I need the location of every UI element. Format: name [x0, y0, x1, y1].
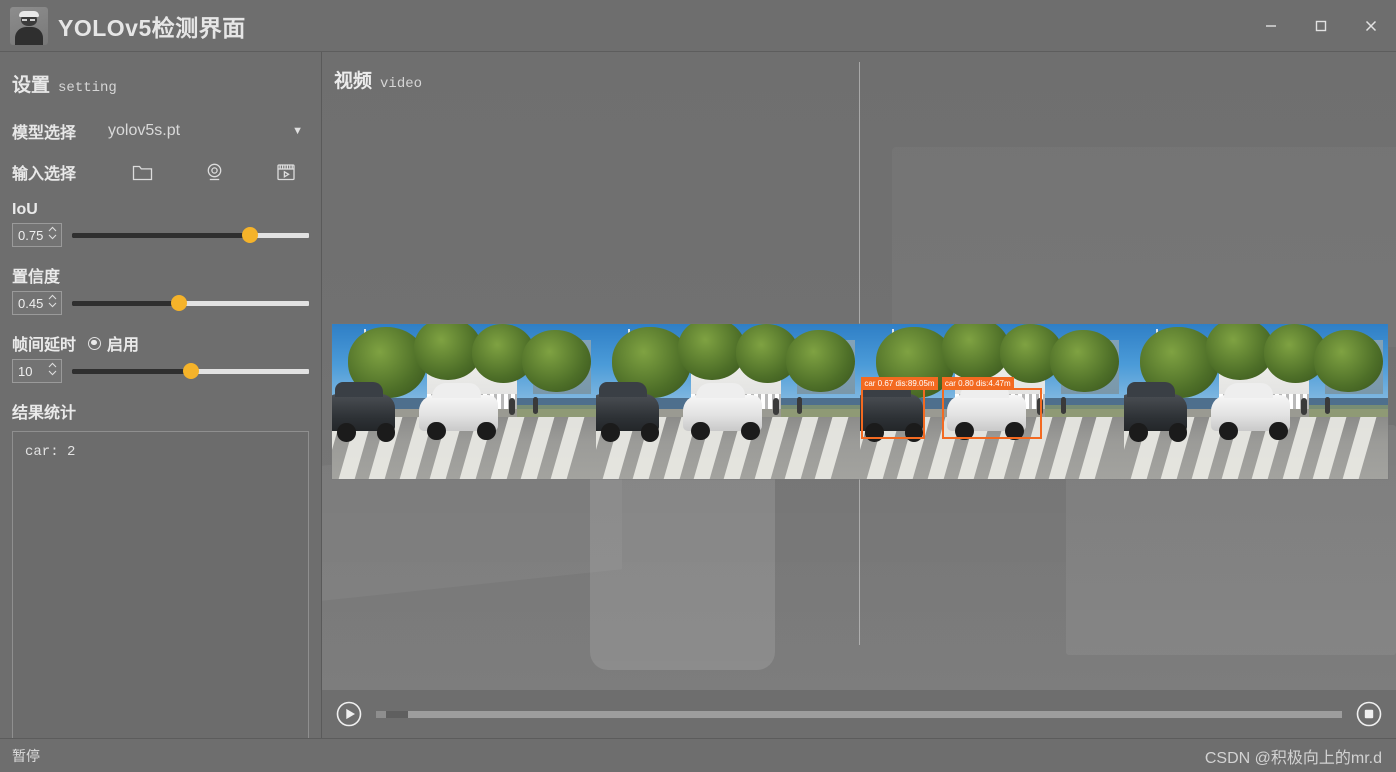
video-heading-en: video [380, 76, 423, 92]
video-heading: 视频 video [334, 66, 422, 93]
frame-delay-label: 帧间延时 [12, 337, 77, 354]
frame-delay-control-row: 10 [12, 359, 309, 383]
open-camera-button[interactable] [178, 159, 250, 185]
iou-slider[interactable] [72, 226, 309, 244]
person-avatar-icon [10, 6, 48, 45]
settings-heading-cn: 设置 [12, 75, 51, 96]
chevron-down-icon[interactable]: ▼ [292, 125, 303, 137]
frame-delay-slider[interactable] [72, 362, 309, 380]
title-bar: YOLOv5检测界面 [0, 0, 1396, 52]
confidence-control-row: 0.45 [12, 291, 309, 315]
settings-heading: 设置 setting [12, 52, 309, 103]
video-frame [596, 324, 860, 479]
model-select-row[interactable]: 模型选择 yolov5s.pt ▼ [12, 119, 309, 143]
frame-delay-stepper-arrows[interactable] [48, 362, 57, 376]
model-select-label: 模型选择 [12, 125, 77, 142]
input-select-row: 输入选择 [12, 159, 309, 185]
detection-label: car 0.67 dis:89.05m [861, 376, 938, 390]
input-select-label: 输入选择 [12, 166, 77, 183]
iou-control-row: 0.75 [12, 223, 309, 247]
confidence-slider[interactable] [72, 294, 309, 312]
frame-delay-header: 帧间延时 启用 [12, 331, 309, 355]
open-file-button[interactable] [106, 159, 178, 185]
stop-circle-icon[interactable] [1356, 701, 1382, 727]
maximize-button[interactable] [1296, 0, 1346, 52]
settings-sidebar: 设置 setting 模型选择 yolov5s.pt ▼ 输入选择 IoU 0.… [0, 52, 322, 739]
iou-spinbox[interactable]: 0.75 [12, 223, 62, 247]
results-textarea[interactable]: car: 2 [12, 431, 309, 739]
iou-value: 0.75 [18, 227, 44, 243]
video-frame [1124, 324, 1388, 479]
detection-box: car 0.67 dis:89.05m [861, 376, 938, 439]
confidence-value: 0.45 [18, 295, 44, 311]
video-progress-slider[interactable] [376, 710, 1342, 718]
frame-delay-enable-radio[interactable]: 启用 [88, 331, 139, 355]
close-button[interactable] [1346, 0, 1396, 52]
detection-label: car 0.80 dis:4.47m [941, 376, 1014, 390]
iou-label: IoU [12, 201, 38, 218]
window-controls [1246, 0, 1396, 52]
confidence-label: 置信度 [12, 269, 61, 286]
iou-stepper-arrows[interactable] [48, 226, 57, 240]
video-panel: 视频 video car 0.67 dis:89.05m car 0.80 dis… [322, 52, 1396, 738]
model-select-value: yolov5s.pt [108, 122, 181, 139]
video-heading-cn: 视频 [334, 71, 373, 92]
detection-box: car 0.80 dis:4.47m [941, 376, 1043, 439]
minimize-button[interactable] [1246, 0, 1296, 52]
watermark-text: CSDN @积极向上的mr.d [1204, 749, 1382, 767]
iou-slider-knob[interactable] [241, 227, 258, 243]
confidence-spinbox[interactable]: 0.45 [12, 291, 62, 315]
settings-heading-en: setting [58, 80, 117, 96]
frame-delay-spinbox[interactable]: 10 [12, 359, 62, 383]
main-body: 设置 setting 模型选择 yolov5s.pt ▼ 输入选择 IoU 0.… [0, 52, 1396, 739]
frame-delay-slider-knob[interactable] [182, 363, 199, 379]
frame-delay-value: 10 [18, 363, 33, 379]
results-label: 结果统计 [12, 405, 77, 422]
video-frame: car 0.67 dis:89.05m car 0.80 dis:4.47m [860, 324, 1124, 479]
video-progress-handle[interactable] [385, 710, 408, 718]
status-text: 暂停 [12, 747, 40, 764]
window-title: YOLOv5检测界面 [58, 14, 246, 41]
application-window: YOLOv5检测界面 设置 setting 模型选择 yolov5s.pt ▼ … [0, 0, 1396, 772]
result-line: car: 2 [25, 444, 76, 460]
confidence-slider-knob[interactable] [170, 295, 187, 311]
play-circle-icon[interactable] [336, 701, 362, 727]
status-bar: 暂停 CSDN @积极向上的mr.d [0, 738, 1396, 772]
open-video-button[interactable] [250, 159, 322, 185]
confidence-stepper-arrows[interactable] [48, 294, 57, 308]
frame-delay-enable-label: 启用 [107, 337, 140, 354]
radio-checked-icon [88, 336, 102, 350]
player-controls [322, 690, 1396, 738]
video-frame [332, 324, 596, 479]
video-display-area[interactable]: car 0.67 dis:89.05m car 0.80 dis:4.47m [322, 52, 1396, 690]
video-frame-strip: car 0.67 dis:89.05m car 0.80 dis:4.47m [332, 324, 1388, 479]
